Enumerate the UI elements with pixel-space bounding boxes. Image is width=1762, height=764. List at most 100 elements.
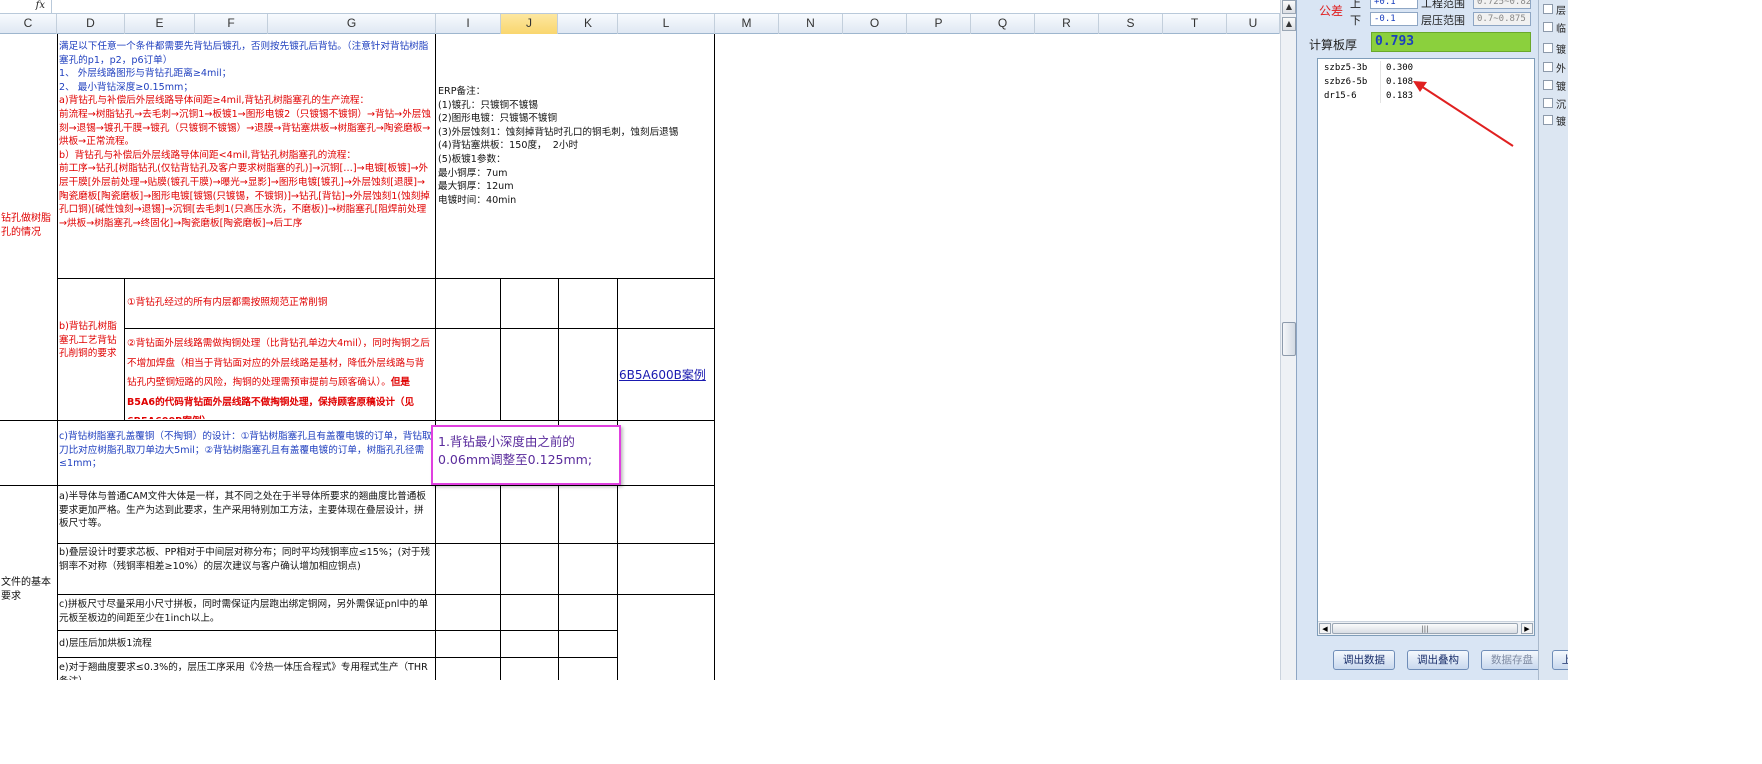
column-header-u[interactable]: U — [1227, 14, 1280, 34]
option-checkbox[interactable] — [1543, 80, 1553, 90]
scroll-right-icon[interactable]: ▶ — [1521, 623, 1533, 634]
cell-req-e[interactable]: e)对于翘曲度要求≤0.3%的，层压工序采用《冷热一体压合程式》专用程式生产（T… — [59, 661, 433, 680]
grid-line — [124, 328, 715, 329]
press-range-label: 层压范围 — [1421, 14, 1465, 27]
column-header-p[interactable]: P — [907, 14, 971, 34]
cell-b-label[interactable]: b)背钻孔树脂塞孔工艺背钻孔削铜的要求 — [59, 320, 123, 380]
column-header-f[interactable]: F — [195, 14, 268, 34]
formula-bar[interactable]: fx ▾ — [0, 0, 1296, 14]
scroll-up-icon[interactable]: ▲ — [1282, 0, 1296, 14]
cell-c-row[interactable]: c)背钻树脂塞孔盖覆铜（不掏铜）的设计：①背钻树脂塞孔且有盖覆电镀的订单，背钻取… — [59, 430, 433, 484]
list-item-name: dr15-6 — [1324, 91, 1357, 101]
annotation-box[interactable]: 1.背钻最小深度由之前的0.06mm调整至0.125mm; — [431, 425, 621, 485]
column-header-n[interactable]: N — [779, 14, 843, 34]
list-item-name: szbz5-3b — [1324, 63, 1368, 73]
scroll-left-icon[interactable]: ◀ — [1319, 623, 1331, 634]
vertical-scrollbar[interactable]: ▲ ▲ — [1280, 0, 1296, 680]
column-header-t[interactable]: T — [1163, 14, 1227, 34]
option-label: 镀 — [1556, 117, 1566, 128]
lower-label: 下 — [1350, 14, 1361, 27]
option-label: 沉 — [1556, 100, 1566, 111]
list-divider — [1380, 89, 1381, 103]
eng-range-field: 0.725~0.825 — [1473, 0, 1531, 9]
grid-line — [57, 657, 617, 658]
save-data-button[interactable]: 数据存盘 — [1481, 650, 1543, 670]
option-label: 镀 — [1556, 45, 1566, 56]
grid-line — [57, 594, 715, 595]
grid-line — [57, 278, 715, 279]
column-header-q[interactable]: Q — [971, 14, 1035, 34]
tolerance-label: 公差 — [1319, 4, 1344, 18]
eng-range-label: 工程范围 — [1421, 0, 1465, 10]
column-header-e[interactable]: E — [125, 14, 195, 34]
calc-thickness-value: 0.793 — [1371, 32, 1531, 52]
upper-tolerance-input[interactable]: +0.1 — [1370, 0, 1418, 9]
upper-label: 上 — [1350, 0, 1361, 10]
grid-line — [57, 630, 617, 631]
option-label: 镀 — [1556, 82, 1566, 93]
process-a-text: a)背钻孔与补偿后外层线路导体间距≥4mil,背钻孔树脂塞孔的生产流程： 前流程… — [59, 95, 431, 148]
column-header-o[interactable]: O — [843, 14, 907, 34]
scroll-thumb[interactable] — [1282, 322, 1296, 356]
cell-b1[interactable]: ①背钻孔经过的所有内层都需按照规范正常削铜 — [127, 296, 433, 312]
option-checkbox[interactable] — [1543, 22, 1553, 32]
fx-icon[interactable]: fx — [0, 0, 52, 14]
list-divider — [1380, 61, 1381, 75]
column-header-g[interactable]: G — [268, 14, 436, 34]
calc-thickness-label: 计算板厚 — [1309, 38, 1358, 52]
list-item[interactable]: szbz5-3b 0.300 — [1318, 61, 1534, 75]
column-header-r[interactable]: R — [1035, 14, 1099, 34]
case-link[interactable]: 6B5A600B案例 — [619, 366, 715, 384]
cell-req-a[interactable]: a)半导体与普通CAM文件大体是一样，其不同之处在于半导体所要求的翘曲度比普通板… — [59, 490, 433, 542]
column-header-m[interactable]: M — [715, 14, 779, 34]
cell-b2[interactable]: ②背钻面外层线路需做掏铜处理（比背钻孔单边大4mil），同时掏铜之后不增加焊盘（… — [127, 331, 433, 419]
options-strip: 层临镀外镀沉镀 上 — [1538, 0, 1568, 680]
column-header-row: CDEFGIJKLMNOPQRSTU — [0, 14, 1280, 34]
list-item-name: szbz6-5b — [1324, 77, 1368, 87]
scroll-up-icon[interactable]: ▲ — [1282, 17, 1296, 31]
column-header-i[interactable]: I — [436, 14, 501, 34]
thickness-panel: 公差 上 下 +0.1 -0.1 工程范围 层压范围 0.725~0.825 0… — [1296, 0, 1543, 680]
column-header-d[interactable]: D — [57, 14, 125, 34]
press-range-field: 0.7~0.875 — [1473, 12, 1531, 26]
grid-line — [0, 420, 715, 421]
process-b-text: b）背钻孔与补偿后外层线路导体间距<4mil,背钻孔树脂塞孔的流程： 前工序→钻… — [59, 149, 430, 229]
list-item-value: 0.300 — [1386, 63, 1414, 73]
load-data-button[interactable]: 调出数据 — [1333, 650, 1395, 670]
cell-req-d[interactable]: d)层压后加烘板1流程 — [59, 637, 433, 653]
b2-text: ②背钻面外层线路需做掏铜处理（比背钻孔单边大4mil），同时掏铜之后不增加焊盘（… — [127, 338, 430, 389]
cell-left-label-1[interactable]: 钻孔做树脂 孔的情况 — [1, 212, 57, 242]
grid-line — [0, 485, 715, 486]
column-header-l[interactable]: L — [618, 14, 715, 34]
grid-line — [57, 34, 58, 680]
option-label: 临 — [1556, 24, 1566, 35]
h-scroll-thumb[interactable]: ||| — [1332, 623, 1518, 634]
column-header-k[interactable]: K — [559, 14, 618, 34]
strip-button[interactable]: 上 — [1552, 650, 1568, 670]
option-checkbox[interactable] — [1543, 98, 1553, 108]
cell-req-b[interactable]: b)叠层设计时要求芯板、PP相对于中间层对称分布；同时平均残铜率应≤15%；(对… — [59, 546, 433, 593]
spreadsheet[interactable]: fx ▾ CDEFGIJKLMNOPQRSTU 钻孔做树脂 孔的情况 文件的基本… — [0, 0, 1296, 680]
option-checkbox[interactable] — [1543, 4, 1553, 14]
option-label: 外 — [1556, 64, 1566, 75]
option-checkbox[interactable] — [1543, 43, 1553, 53]
grid-line — [435, 34, 436, 680]
list-divider — [1380, 75, 1381, 89]
option-checkbox[interactable] — [1543, 62, 1553, 72]
cell-process-flow[interactable]: 满足以下任意一个条件都需要先背钻后镀孔，否则按先镀孔后背钻。（注意针对背钻树脂塞… — [59, 40, 434, 276]
process-intro-text: 满足以下任意一个条件都需要先背钻后镀孔，否则按先镀孔后背钻。（注意针对背钻树脂塞… — [59, 41, 429, 93]
grid-line — [124, 279, 125, 420]
column-header-c[interactable]: C — [0, 14, 57, 34]
annotation-text: 1.背钻最小深度由之前的0.06mm调整至0.125mm; — [438, 434, 593, 467]
lower-tolerance-input[interactable]: -0.1 — [1370, 12, 1418, 26]
option-label: 层 — [1556, 6, 1566, 17]
cell-req-c[interactable]: c)拼板尺寸尽量采用小尺寸拼板，同时需保证内层跑出绑定铜网，另外需保证pnl中的… — [59, 598, 433, 629]
option-checkbox[interactable] — [1543, 115, 1553, 125]
cell-left-label-2[interactable]: 文件的基本 要求 — [1, 576, 57, 606]
cell-erp-notes[interactable]: ERP备注： (1)镀孔：只镀铜不镀锡 (2)图形电镀：只镀锡不镀铜 (3)外层… — [438, 85, 712, 275]
column-header-j[interactable]: J — [501, 14, 558, 34]
horizontal-scrollbar[interactable]: ◀ ||| ▶ — [1318, 621, 1534, 635]
load-stackup-button[interactable]: 调出叠构 — [1407, 650, 1469, 670]
column-header-s[interactable]: S — [1099, 14, 1163, 34]
grid-line — [500, 485, 501, 680]
